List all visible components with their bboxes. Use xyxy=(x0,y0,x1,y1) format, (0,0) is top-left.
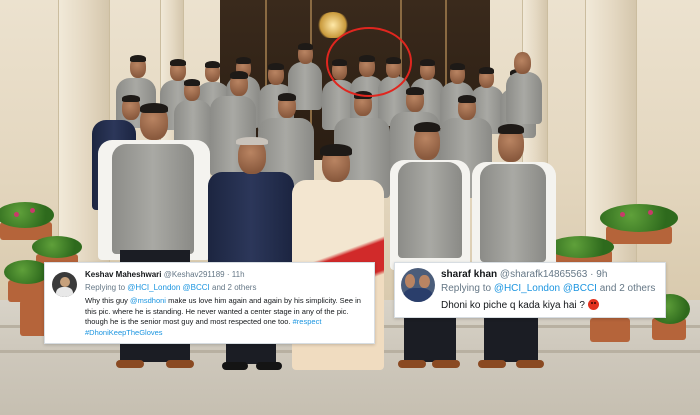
separator-dot: · xyxy=(226,270,230,279)
angry-face-emoji-icon xyxy=(587,299,599,310)
shrub xyxy=(32,236,82,258)
mention-link[interactable]: @msdhoni xyxy=(130,296,166,305)
tweet-card-keshav[interactable]: Keshav Maheshwari @Keshav291189 · 11h Re… xyxy=(44,262,375,344)
tweet-author-handle[interactable]: @Keshav291189 xyxy=(164,270,225,279)
tweet-author-handle[interactable]: @sharafk14865563 xyxy=(500,269,587,280)
hashtag-link[interactable]: #DhoniKeepTheGloves xyxy=(85,328,163,337)
tweet-header: sharaf khan @sharafk14865563 · 9h xyxy=(441,269,607,280)
separator-dot: · xyxy=(590,269,594,280)
tweet-text-part: Dhoni ko piche q kada kiya hai ? xyxy=(441,300,585,311)
tweet-author-name[interactable]: Keshav Maheshwari xyxy=(85,270,161,279)
shrub xyxy=(600,204,678,232)
shrub xyxy=(548,236,614,258)
mention-link[interactable]: @BCCI xyxy=(563,283,597,294)
mention-link[interactable]: @BCCI xyxy=(183,283,210,292)
tweet-header: Keshav Maheshwari @Keshav291189 · 11h xyxy=(85,270,245,279)
replying-prefix: Replying to xyxy=(441,283,494,294)
tweet-author-name[interactable]: sharaf khan xyxy=(441,269,497,280)
tweet-text: Why this guy @msdhoni make us love him a… xyxy=(85,296,370,338)
group-photo xyxy=(0,0,700,415)
hashtag-link[interactable]: #respect xyxy=(293,317,322,326)
tweet-card-sharaf[interactable]: sharaf khan @sharafk14865563 · 9h Replyi… xyxy=(394,262,666,318)
highlight-circle xyxy=(326,27,412,97)
replying-to: Replying to @HCI_London @BCCI and 2 othe… xyxy=(441,283,655,294)
mention-link[interactable]: @HCI_London xyxy=(494,283,560,294)
mention-link[interactable]: @HCI_London xyxy=(127,283,180,292)
replying-prefix: Replying to xyxy=(85,283,128,292)
tweet-timestamp[interactable]: 11h xyxy=(232,270,245,279)
tweet-text-part: Why this guy xyxy=(85,296,131,305)
replying-to: Replying to @HCI_London @BCCI and 2 othe… xyxy=(85,283,256,292)
replying-suffix[interactable]: and 2 others xyxy=(210,283,256,292)
planter xyxy=(590,318,630,342)
avatar[interactable] xyxy=(401,268,435,302)
avatar[interactable] xyxy=(52,272,77,297)
tweet-text: Dhoni ko piche q kada kiya hai ? xyxy=(441,299,599,311)
replying-suffix[interactable]: and 2 others xyxy=(597,283,656,294)
tweet-timestamp[interactable]: 9h xyxy=(596,269,607,280)
